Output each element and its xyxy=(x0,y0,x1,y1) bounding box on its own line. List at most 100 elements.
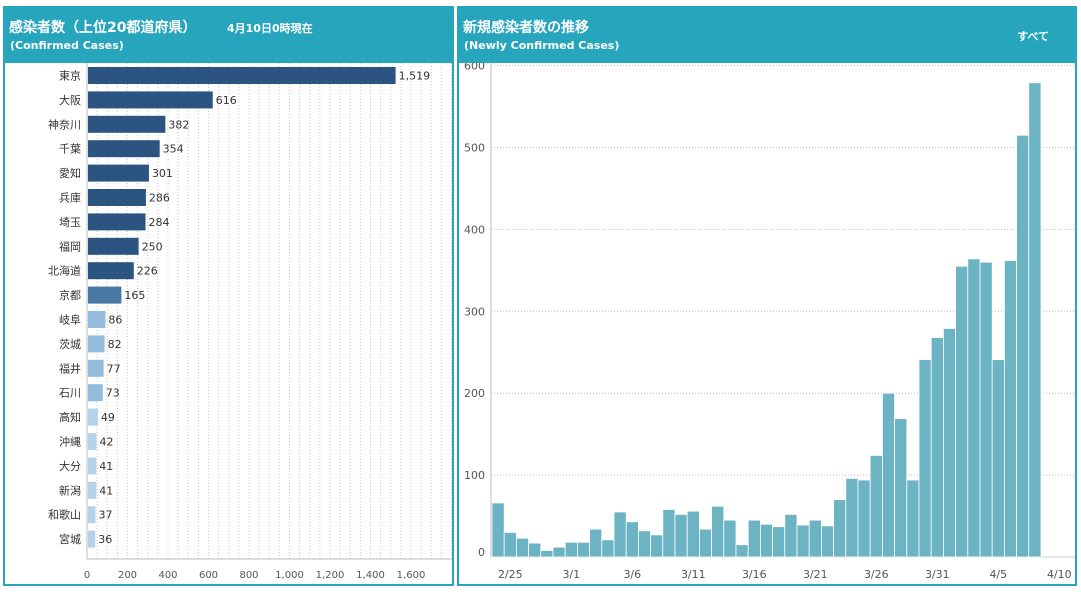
bar xyxy=(747,519,761,558)
value-label: 382 xyxy=(168,118,189,131)
bar xyxy=(906,479,920,558)
category-label: 京都 xyxy=(59,288,81,302)
bar xyxy=(88,164,149,182)
bar xyxy=(759,523,773,558)
bar xyxy=(698,528,712,558)
x-tick-label: 3/11 xyxy=(681,568,706,581)
bar xyxy=(918,359,932,558)
category-label: 高知 xyxy=(59,410,81,424)
category-label: 兵庫 xyxy=(59,191,81,205)
x-tick-label: 3/16 xyxy=(742,568,767,581)
bar xyxy=(589,528,603,558)
x-tick-label: 3/6 xyxy=(623,568,641,581)
bar xyxy=(552,546,566,558)
bar xyxy=(820,525,834,558)
new-cases-header: 新規感染者数の推移 (Newly Confirmed Cases) すべて xyxy=(459,8,1075,63)
value-label: 301 xyxy=(152,167,173,180)
bar xyxy=(1016,134,1030,558)
y-tick-label: 100 xyxy=(464,469,485,482)
value-label: 82 xyxy=(108,338,122,351)
value-label: 284 xyxy=(149,216,170,229)
x-tick-label: 3/21 xyxy=(803,568,828,581)
bar xyxy=(516,537,530,558)
bar xyxy=(637,530,651,558)
x-tick-label: 0 xyxy=(84,570,90,581)
bar xyxy=(674,514,688,558)
new-cases-panel: 新規感染者数の推移 (Newly Confirmed Cases) すべて 0 1… xyxy=(457,6,1077,586)
bar xyxy=(650,534,664,558)
confirmed-cases-title: 感染者数（上位20都道府県） xyxy=(9,20,197,36)
value-label: 42 xyxy=(100,436,114,449)
bar xyxy=(88,115,166,133)
y-tick-label: 200 xyxy=(464,387,485,400)
category-label: 愛知 xyxy=(59,166,81,180)
x-tick-label: 1,000 xyxy=(275,570,304,581)
bar xyxy=(967,258,981,558)
bar xyxy=(88,311,106,328)
category-label: 新潟 xyxy=(59,483,81,497)
bar xyxy=(88,481,97,499)
category-label: 大分 xyxy=(59,459,81,473)
bar xyxy=(540,550,554,558)
confirmed-cases-subtitle: (Confirmed Cases) xyxy=(10,39,124,52)
bar xyxy=(930,337,944,558)
bar xyxy=(979,261,993,558)
value-label: 616 xyxy=(216,94,237,107)
bar xyxy=(88,506,96,524)
bar xyxy=(686,510,700,558)
y-tick-label: 600 xyxy=(464,63,485,73)
bar xyxy=(88,67,396,84)
category-label: 石川 xyxy=(59,387,81,400)
category-label: 神奈川 xyxy=(48,117,81,131)
bar xyxy=(711,505,725,558)
bar xyxy=(503,532,517,558)
value-label: 41 xyxy=(99,484,113,497)
x-tick-label: 400 xyxy=(158,570,177,581)
bar xyxy=(991,359,1005,558)
bar xyxy=(796,524,810,558)
value-label: 77 xyxy=(107,362,121,375)
confirmed-cases-panel: 感染者数（上位20都道府県） 4月10日0時現在 (Confirmed Case… xyxy=(3,6,454,586)
bar xyxy=(88,189,146,206)
bar xyxy=(833,499,847,558)
category-label: 岐阜 xyxy=(59,314,81,327)
value-label: 1,519 xyxy=(399,70,431,83)
confirmed-cases-header: 感染者数（上位20都道府県） 4月10日0時現在 (Confirmed Case… xyxy=(5,8,452,63)
x-tick-label: 200 xyxy=(118,570,137,581)
value-label: 37 xyxy=(98,509,112,522)
value-label: 250 xyxy=(142,240,163,253)
bar xyxy=(784,514,798,558)
bar xyxy=(869,455,883,558)
category-label: 茨城 xyxy=(59,337,81,351)
category-label: 宮城 xyxy=(59,532,81,546)
category-label: 大阪 xyxy=(59,93,81,107)
bar xyxy=(88,91,213,109)
bar xyxy=(88,335,105,353)
value-label: 36 xyxy=(98,533,112,546)
y-tick-label: 0 xyxy=(478,546,485,559)
bar xyxy=(723,519,737,558)
filter-all-button[interactable]: すべて xyxy=(1017,28,1049,44)
category-label: 和歌山 xyxy=(48,508,81,522)
bar xyxy=(577,541,591,558)
value-label: 86 xyxy=(108,314,122,327)
y-tick-label: 400 xyxy=(464,223,485,236)
x-tick-label: 3/1 xyxy=(562,568,580,581)
value-label: 286 xyxy=(149,192,170,205)
bar xyxy=(662,509,676,558)
bar xyxy=(613,511,627,558)
y-tick-label: 500 xyxy=(464,142,485,155)
bar xyxy=(881,392,895,558)
bar xyxy=(1004,260,1018,558)
x-tick-label: 600 xyxy=(199,570,218,581)
bar xyxy=(894,418,908,558)
bar xyxy=(625,521,639,558)
x-tick-label: 1,200 xyxy=(316,570,345,581)
value-label: 165 xyxy=(124,289,145,302)
value-label: 354 xyxy=(163,143,184,156)
x-tick-label: 2/25 xyxy=(498,568,523,581)
confirmed-cases-bar-chart: 東京 1,519 大阪 616 神奈川 382 千葉 354 愛知 301 兵庫 286 埼玉 284 福岡… xyxy=(48,63,452,581)
bar xyxy=(845,477,859,558)
x-tick-label: 3/26 xyxy=(864,568,889,581)
category-label: 千葉 xyxy=(59,142,81,156)
